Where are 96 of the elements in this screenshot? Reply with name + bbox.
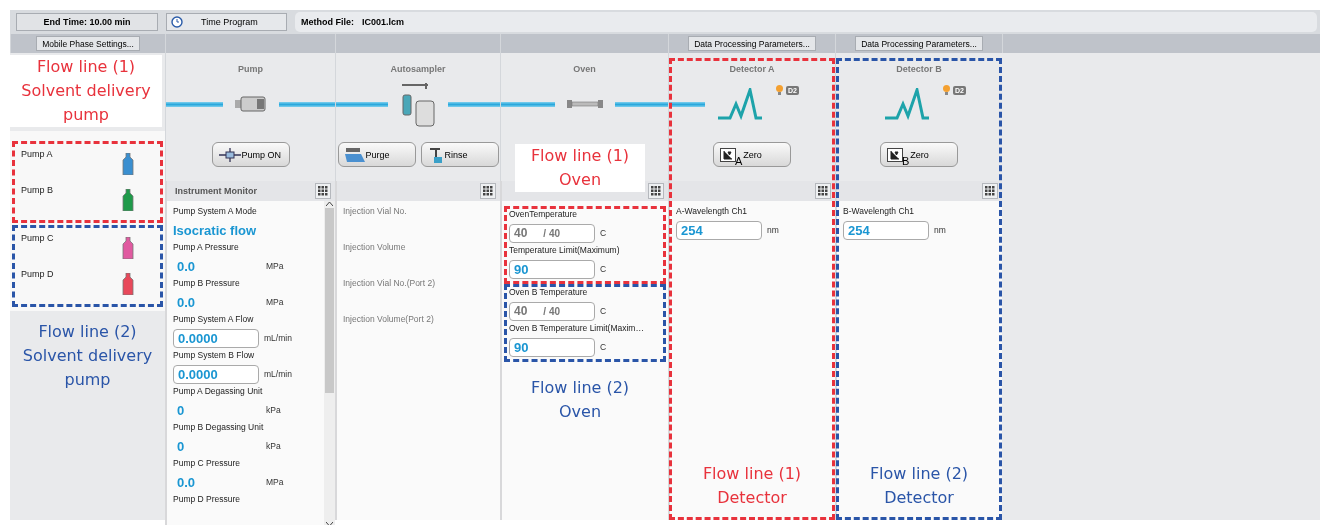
clock-icon [171,16,183,28]
grid-icon [318,186,328,196]
reading-value: 0.0 [176,474,197,490]
temperature-field[interactable]: 40 / 40 [509,301,595,321]
lamp-icon [942,84,952,96]
field-label: Oven B Temperature Limit(Maxim… [509,323,645,335]
field-label: Pump B Pressure [173,278,241,290]
field-label: A-Wavelength Ch1 [676,206,749,218]
rinse-button[interactable]: Rinse [420,142,499,167]
method-file-label: Method File: [301,17,354,27]
unit-title: Oven [573,64,596,76]
unit-label: mL/min [264,333,292,343]
field-label: OvenTemperature [509,209,579,221]
reservoir-label: Pump D [21,268,54,281]
layout-button[interactable] [982,183,998,199]
temperature-field[interactable]: 40 / 40 [509,223,595,243]
unit-label: kPa [266,441,281,451]
unit-label: C [600,342,607,352]
field-label: Pump B Degassing Unit [173,422,265,434]
field-label: Pump D Pressure [173,494,242,506]
unit-title: Pump [238,64,263,76]
grid-icon [483,186,493,196]
reservoir-label: Pump C [21,233,54,245]
data-processing-button[interactable]: Data Processing Parameters... [688,36,816,51]
flow-pipe [166,101,223,107]
unit-label: nm [934,225,946,235]
unit-title: Autosampler [390,64,446,76]
layout-button[interactable] [480,183,496,199]
unit-label: C [600,264,607,274]
purge-button[interactable]: Purge [337,142,416,167]
unit-label: C [600,228,607,238]
zero-icon [887,147,903,162]
temperature-setpoint: / 40 [543,305,561,317]
unit-label: MPa [266,297,284,307]
time-program-button[interactable]: Time Program [166,13,287,31]
annotation-label: Flow line (2) Detector [868,463,970,509]
grid-icon [818,186,828,196]
annotation-label: Flow line (1) Oven [515,144,645,192]
chromatogram-icon [884,88,931,120]
scroll-up-icon [326,201,333,206]
reading-value: 0.0 [176,258,197,274]
mobile-phase-settings-button[interactable]: Mobile Phase Settings... [36,36,140,51]
reading-value: 0 [176,402,186,418]
field-label: Pump System A Flow [173,314,255,326]
field-label: Pump A Pressure [173,242,240,254]
layout-button[interactable] [815,183,831,199]
temperature-value: 40 [514,226,528,240]
field-label: Injection Vial No.(Port 2) [343,278,436,290]
temperature-value: 40 [514,304,528,318]
annotation-label: Flow line (1) Solvent delivery pump [10,55,162,127]
mode-value: Isocratic flow [173,222,257,238]
scrollbar[interactable] [324,201,335,525]
field-label: Pump System A Mode [173,206,258,218]
layout-button[interactable] [648,183,664,199]
purge-icon [344,147,365,162]
zero-icon [720,147,736,162]
unit-label: mL/min [264,369,292,379]
data-processing-button[interactable]: Data Processing Parameters... [855,36,983,51]
unit-title: Detector A [729,64,775,76]
annotation-label: Flow line (1) Detector [701,463,803,509]
unit-title: Detector B [896,64,942,76]
field-label: Injection Volume [343,242,407,254]
reservoir-label: Pump B [21,184,53,197]
method-file-name: IC001.lcm [362,17,405,27]
unit-label: MPa [266,477,284,487]
pump-icon [234,96,267,112]
field-label: Pump A Degassing Unit [173,386,264,398]
reservoir-label: Pump A [21,149,53,161]
field-label: Temperature Limit(Maximum) [509,245,621,257]
unit-label: kPa [266,405,281,415]
unit-label: C [600,306,607,316]
field-label: Pump C Pressure [173,458,242,470]
unit-label: nm [767,225,779,235]
grid-icon [651,186,661,196]
monitor-title: Instrument Monitor [175,186,257,196]
end-time-display: End Time: 10.00 min [16,13,158,31]
field-label: Oven B Temperature [509,287,589,299]
field-label: Injection Vial No. [343,206,408,218]
reading-value: 0.0 [176,294,197,310]
autosampler-icon [400,81,436,127]
field-label: Injection Volume(Port 2) [343,314,435,326]
column-icon [566,99,603,109]
lamp-icon [775,84,785,96]
annotation-label: Flow line (2) Oven [529,377,631,423]
temperature-setpoint: / 40 [543,227,561,239]
pump-button[interactable]: Pump ON [211,142,290,167]
pump-valve-icon [218,147,241,162]
reading-value: 0 [176,438,186,454]
field-label: Pump System B Flow [173,350,256,362]
chromatogram-icon [717,88,764,120]
grid-icon [985,186,995,196]
rinse-icon [427,146,444,163]
unit-label: MPa [266,261,284,271]
field-label: B-Wavelength Ch1 [843,206,916,218]
layout-button[interactable] [315,183,331,199]
annotation-label: Flow line (2) Solvent delivery pump [21,321,154,391]
